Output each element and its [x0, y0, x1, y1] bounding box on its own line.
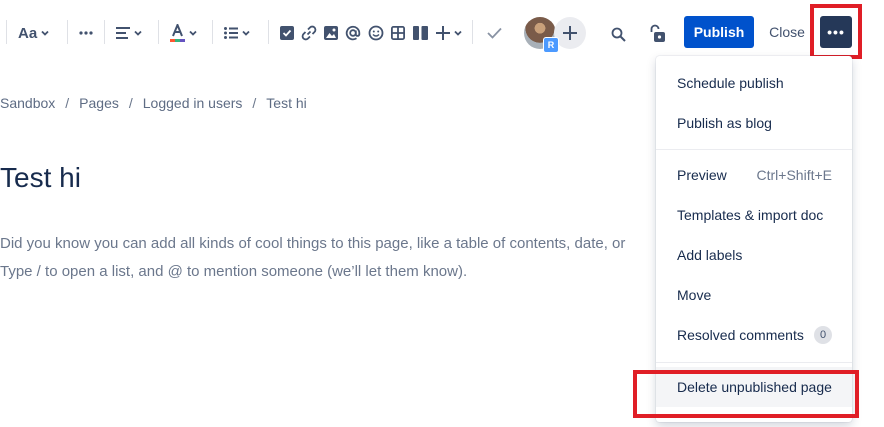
breadcrumb-item[interactable]: Logged in users — [143, 95, 243, 111]
menu-item-resolved-comments[interactable]: Resolved comments 0 — [656, 315, 852, 355]
chevron-down-icon — [41, 30, 49, 36]
more-actions-menu: Schedule publish Publish as blog Preview… — [656, 56, 852, 422]
text-color-icon — [170, 24, 185, 42]
breadcrumb-separator: / — [252, 95, 257, 111]
chevron-down-icon — [134, 30, 142, 36]
page-title[interactable]: Test hi — [0, 162, 81, 194]
list-dropdown[interactable] — [224, 24, 251, 42]
publish-button[interactable]: Publish — [684, 16, 754, 48]
saved-status-indicator — [485, 25, 503, 41]
menu-item-label: Move — [677, 287, 712, 303]
body-placeholder-line: Did you know you can add all kinds of co… — [0, 235, 626, 252]
breadcrumb-item[interactable]: Sandbox — [0, 95, 55, 111]
breadcrumb: Sandbox / Pages / Logged in users / Test hi — [0, 95, 307, 111]
breadcrumb-separator: / — [128, 95, 133, 111]
layout-columns-icon — [412, 26, 428, 40]
alignment-dropdown[interactable] — [116, 24, 143, 42]
link-icon — [301, 25, 317, 41]
breadcrumb-separator: / — [65, 95, 70, 111]
table-button[interactable] — [389, 24, 407, 42]
emoji-button[interactable] — [367, 24, 385, 42]
action-item-button[interactable] — [279, 25, 295, 41]
menu-item-label: Templates & import doc — [677, 207, 824, 223]
emoji-icon — [368, 25, 384, 41]
toolbar-divider — [6, 20, 7, 44]
toolbar-divider — [268, 20, 269, 44]
plus-icon — [563, 26, 577, 40]
mention-button[interactable] — [344, 24, 362, 42]
menu-item-label: Publish as blog — [677, 115, 772, 131]
menu-divider — [656, 149, 852, 150]
image-icon — [324, 26, 338, 40]
checkbox-icon — [280, 26, 294, 40]
link-button[interactable] — [300, 24, 318, 42]
menu-item-templates-import[interactable]: Templates & import doc — [656, 195, 852, 235]
toolbar-divider — [67, 20, 68, 44]
breadcrumb-item[interactable]: Test hi — [266, 95, 306, 111]
align-left-icon — [116, 27, 130, 39]
avatar-badge: R — [543, 37, 559, 53]
menu-item-label: Add labels — [677, 247, 743, 263]
breadcrumb-item[interactable]: Pages — [79, 95, 119, 111]
menu-item-add-labels[interactable]: Add labels — [656, 235, 852, 275]
checkmark-icon — [486, 27, 502, 39]
menu-item-label: Preview — [677, 167, 727, 183]
count-badge: 0 — [814, 326, 832, 344]
toolbar-divider — [472, 20, 473, 44]
menu-item-publish-as-blog[interactable]: Publish as blog — [656, 103, 852, 143]
body-placeholder-line: Type / to open a list, and @ to mention … — [0, 263, 468, 280]
layouts-button[interactable] — [411, 24, 429, 42]
image-button[interactable] — [322, 24, 340, 42]
menu-item-move[interactable]: Move — [656, 275, 852, 315]
menu-divider — [656, 362, 852, 363]
toolbar-divider — [212, 20, 213, 44]
more-formatting-button[interactable] — [77, 24, 95, 42]
delete-option-highlight — [633, 370, 859, 418]
chevron-down-icon — [189, 30, 197, 36]
plus-icon — [436, 26, 450, 40]
toolbar-divider — [158, 20, 159, 44]
menu-item-label: Resolved comments — [677, 327, 804, 343]
insert-dropdown[interactable] — [436, 24, 463, 42]
page-body[interactable]: Did you know you can add all kinds of co… — [0, 230, 650, 286]
find-replace-button[interactable] — [608, 24, 628, 44]
menu-item-schedule-publish[interactable]: Schedule publish — [656, 63, 852, 103]
at-sign-icon — [345, 25, 361, 41]
menu-item-label: Schedule publish — [677, 75, 784, 91]
text-style-dropdown[interactable]: Aa — [18, 22, 50, 44]
toolbar-divider — [104, 20, 105, 44]
ellipsis-icon — [79, 31, 93, 35]
text-color-dropdown[interactable] — [170, 23, 198, 43]
more-button-highlight — [810, 4, 862, 59]
menu-item-preview[interactable]: Preview Ctrl+Shift+E — [656, 155, 852, 195]
close-button[interactable]: Close — [766, 16, 808, 48]
keyboard-shortcut: Ctrl+Shift+E — [756, 167, 832, 183]
text-style-label: Aa — [18, 24, 38, 42]
search-icon — [611, 27, 626, 42]
unlock-icon — [650, 24, 665, 42]
chevron-down-icon — [454, 30, 462, 36]
bullet-list-icon — [224, 27, 238, 39]
chevron-down-icon — [242, 30, 250, 36]
restrictions-button[interactable] — [646, 22, 668, 44]
table-icon — [391, 26, 405, 40]
